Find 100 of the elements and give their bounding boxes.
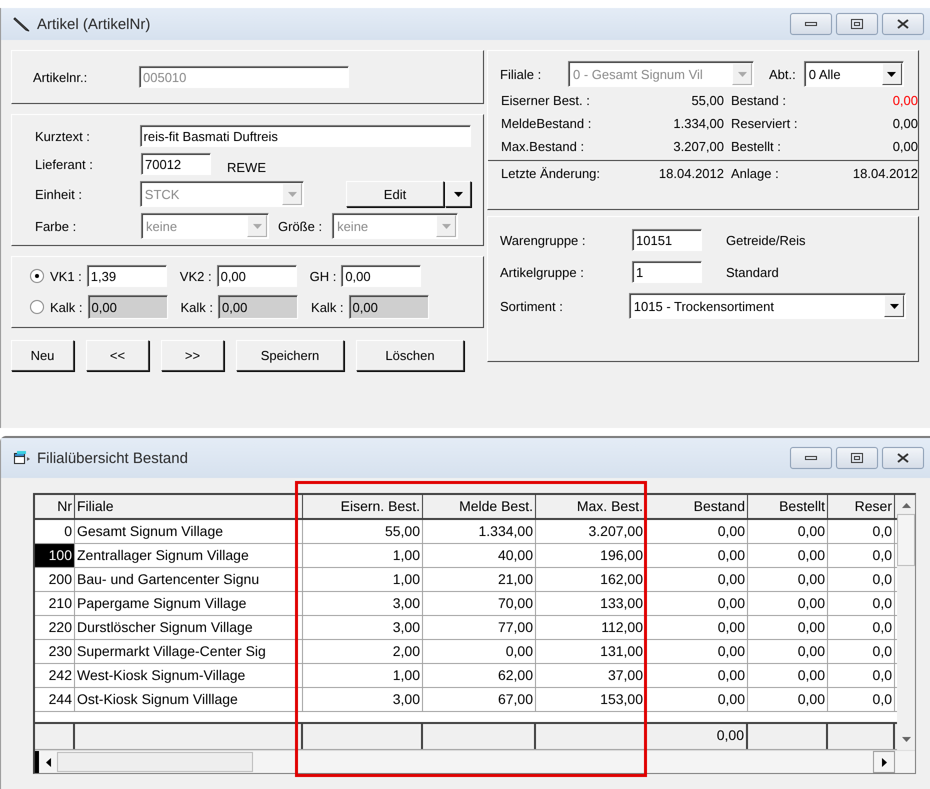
action-button[interactable]: >> [161, 340, 224, 371]
supplier-name: REWE [227, 160, 266, 174]
maximize-icon [851, 19, 863, 29]
table-cell: 0,00 [748, 544, 828, 567]
table-cell: West-Kiosk Signum-Village [75, 664, 303, 687]
price-field[interactable]: 0,00 [348, 295, 429, 319]
maximize-button[interactable] [836, 447, 878, 469]
window-icon [13, 450, 31, 466]
action-button[interactable]: << [86, 340, 149, 371]
price-field[interactable]: 0,00 [88, 295, 168, 319]
radio-button[interactable] [30, 269, 44, 283]
price-field[interactable]: 0,00 [341, 265, 422, 287]
window-title: Filialübersicht Bestand [37, 450, 188, 466]
close-icon [897, 453, 909, 463]
table-cell: 0,0 [828, 664, 895, 687]
price-field[interactable]: 1,39 [86, 265, 167, 287]
stat-value: 0,00 [892, 116, 918, 131]
table-cell: 0,00 [646, 544, 748, 567]
field-label: Kalk : [50, 300, 83, 314]
table-cell: 0,0 [828, 592, 895, 615]
table-cell: 0 [35, 520, 75, 543]
action-button[interactable]: Löschen [356, 340, 464, 371]
edit-button[interactable]: Edit [346, 181, 444, 207]
table-cell: Papergame Signum Village [75, 592, 303, 615]
action-button[interactable]: Neu [11, 340, 74, 371]
table-cell: 0,00 [646, 568, 748, 591]
minimize-button[interactable] [790, 447, 832, 469]
short-text-field[interactable]: reis-fit Basmati Duftreis [140, 125, 471, 147]
table-cell: 112,00 [536, 616, 646, 639]
table-cell: 3,00 [303, 592, 423, 615]
column-header[interactable]: Melde Best. [423, 495, 536, 518]
maximize-button[interactable] [836, 13, 878, 35]
table-cell: 40,00 [423, 544, 536, 567]
field-label: Kalk : [311, 300, 344, 314]
field-label: Sortiment : [500, 298, 564, 314]
stat-label: Eiserner Best. : [500, 93, 591, 108]
stat-value: 0,00 [892, 139, 918, 154]
dropdown-button[interactable] [445, 181, 471, 207]
close-button[interactable] [882, 447, 924, 469]
horizontal-scrollbar[interactable] [35, 750, 915, 773]
table-cell: 0,00 [646, 688, 748, 711]
caret-icon [252, 224, 262, 228]
scroll-right-icon [882, 758, 886, 766]
caret-icon [442, 224, 451, 228]
stat-label: MeldeBestand : [500, 116, 592, 131]
table-cell: Supermarkt Village-Center Sig [75, 640, 303, 663]
stat-value: 55,00 [690, 93, 724, 108]
close-button[interactable] [882, 13, 924, 35]
minimize-button[interactable] [790, 13, 832, 35]
price-field[interactable]: 0,00 [216, 265, 297, 287]
stat-value: 3.207,00 [672, 139, 724, 154]
table-cell: 37,00 [536, 664, 646, 687]
field-label: Lieferant : [35, 156, 94, 172]
table-cell: 0,0 [828, 640, 895, 663]
table-cell: 1,00 [303, 664, 423, 687]
column-header[interactable]: Filiale [75, 495, 303, 518]
column-header[interactable]: Reser [828, 495, 895, 518]
table-cell: 0,00 [646, 520, 748, 543]
table-cell: 70,00 [423, 592, 536, 615]
column-header[interactable]: Bestellt [748, 495, 828, 518]
column-header[interactable]: Bestand [646, 495, 748, 518]
table-cell: 0,0 [828, 544, 895, 567]
group-code-field[interactable]: 10151 [632, 229, 702, 251]
scroll-thumb[interactable] [897, 514, 915, 566]
department-dropdown[interactable]: 0 Alle [804, 61, 904, 87]
stat-label: Reserviert : [730, 116, 798, 131]
caret-icon [288, 192, 296, 196]
close-icon [897, 19, 909, 29]
scroll-up-icon [902, 503, 910, 508]
stat-value: 1.334,00 [672, 116, 724, 131]
column-header[interactable]: Max. Best. [536, 495, 646, 518]
assortment-dropdown[interactable]: 1015 - Trockensortiment [628, 293, 906, 319]
stat-label: Anlage : [730, 166, 780, 181]
group-name: Standard [726, 264, 779, 280]
field-label: Kalk : [180, 300, 214, 314]
table-cell: 2,00 [303, 640, 423, 663]
field-label: Größe : [278, 218, 322, 234]
column-header[interactable]: Eisern. Best. [303, 495, 423, 518]
table-cell: 210 [35, 592, 75, 615]
price-field[interactable]: 0,00 [218, 295, 298, 319]
stat-label: Bestand : [730, 93, 787, 108]
table-cell: 3,00 [303, 616, 423, 639]
radio-button[interactable] [30, 300, 44, 314]
stat-label: Max.Bestand : [500, 139, 586, 154]
table-cell: 0,00 [748, 664, 828, 687]
field-label: VK2 : [180, 268, 212, 284]
table-cell: 3.207,00 [536, 520, 646, 543]
table-cell: 133,00 [536, 592, 646, 615]
pencil-icon [13, 16, 31, 32]
scroll-down-icon [902, 737, 910, 742]
stat-label: Bestellt : [730, 139, 782, 154]
vertical-scrollbar[interactable] [897, 495, 915, 750]
supplier-field[interactable]: 70012 [141, 153, 211, 175]
field-label: Warengruppe : [500, 232, 587, 248]
action-button[interactable]: Speichern [236, 340, 344, 371]
table-cell: Ost-Kiosk Signum Villlage [75, 688, 303, 711]
group-code-field[interactable]: 1 [632, 261, 702, 283]
field-label: VK1 : [50, 268, 82, 284]
table-cell: 0,00 [748, 592, 828, 615]
column-header[interactable]: Nr [35, 495, 75, 518]
